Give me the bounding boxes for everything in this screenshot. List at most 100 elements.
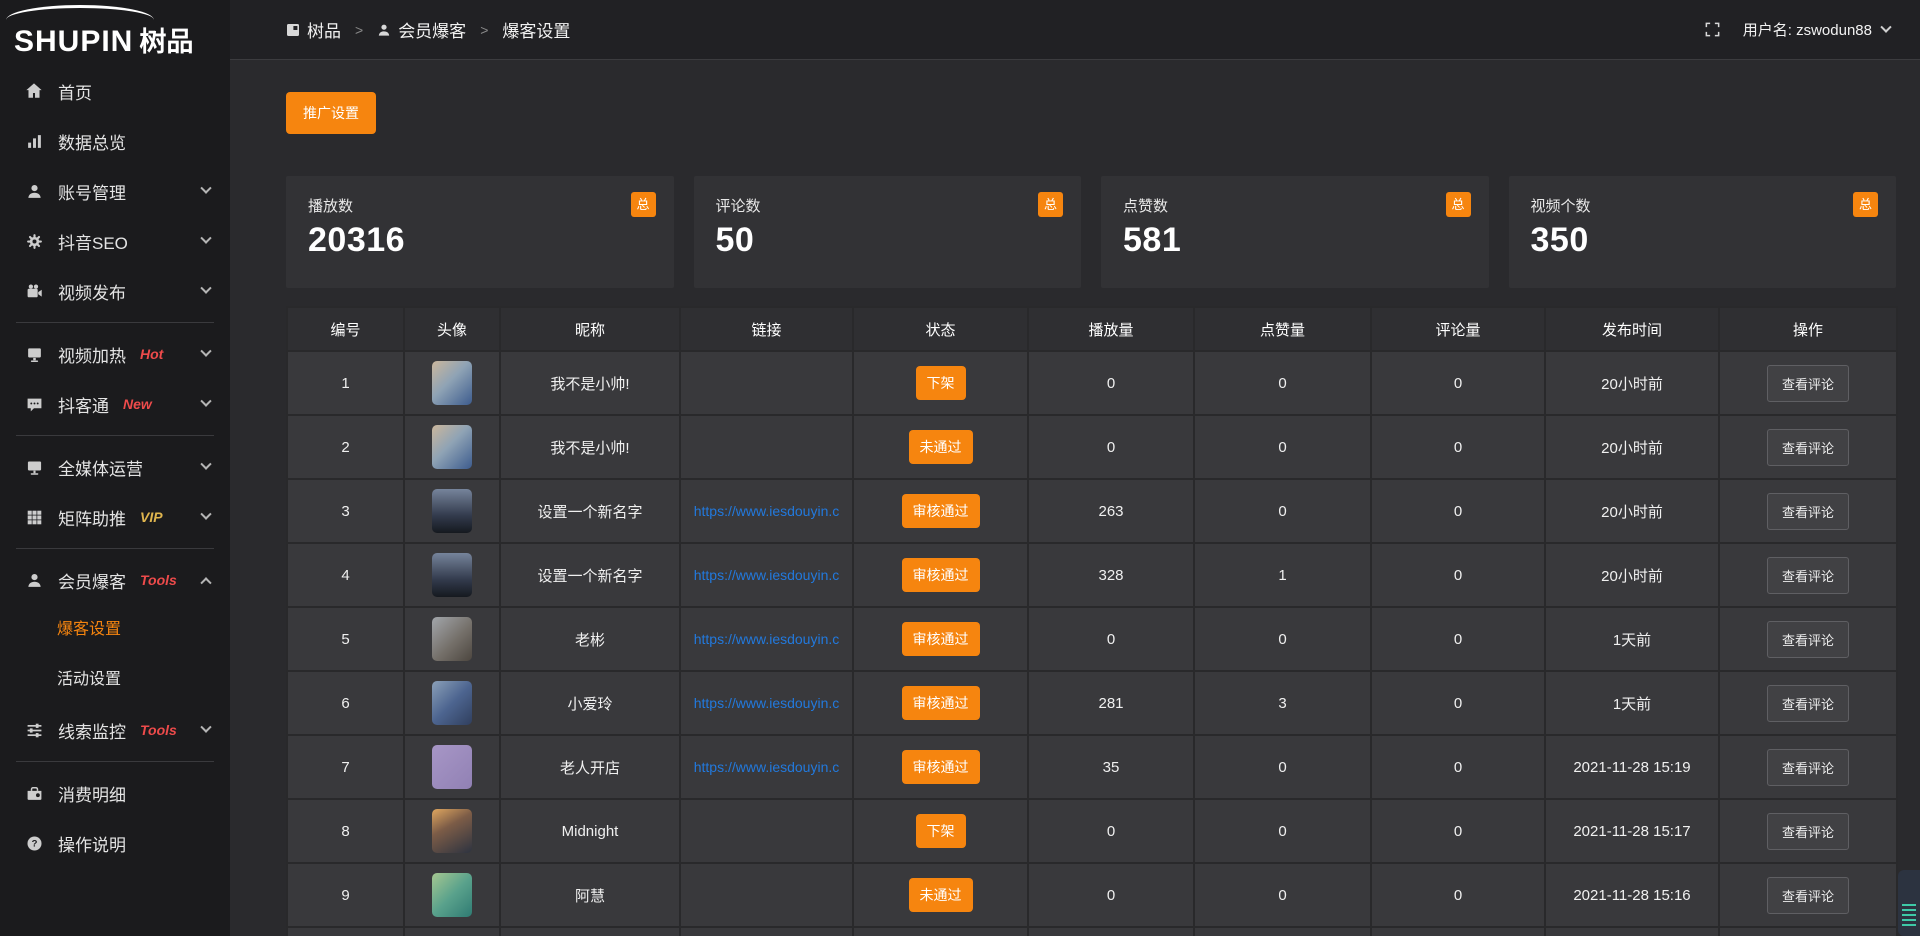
breadcrumb-item-member-baoke[interactable]: 会员爆客 (377, 17, 466, 42)
view-comments-button[interactable]: 查看评论 (1767, 557, 1849, 594)
video-table-wrap: 编号 头像 昵称 链接 状态 播放量 点赞量 评论量 发布时间 操作 1 我不是… (286, 306, 1896, 936)
sidebar-item-douyin-seo[interactable]: 抖音SEO (0, 216, 230, 266)
sidebar-item-label: 会员爆客 (58, 568, 126, 593)
view-comments-button[interactable]: 查看评论 (1767, 429, 1849, 466)
view-comments-button[interactable]: 查看评论 (1767, 365, 1849, 402)
total-badge: 总 (1853, 192, 1878, 217)
view-comments-button[interactable]: 查看评论 (1767, 493, 1849, 530)
view-comments-button[interactable]: 查看评论 (1767, 877, 1849, 914)
sidebar-item-member-baoke[interactable]: 会员爆客 Tools (0, 555, 230, 605)
status-badge: 下架 (916, 366, 966, 400)
total-badge: 总 (631, 192, 656, 217)
cell-avatar (404, 351, 500, 415)
table-row: 5 老彬 https://www.iesdouyin.c 审核通过 0 0 0 … (287, 607, 1897, 671)
sidebar-item-home[interactable]: 首页 (0, 66, 230, 116)
chevron-down-icon (200, 396, 211, 407)
cell-id: 9 (287, 863, 404, 927)
stat-label: 视频个数 (1531, 195, 1875, 216)
user-menu[interactable]: 用户名: zswodun88 (1743, 19, 1890, 40)
status-badge: 审核通过 (902, 622, 980, 656)
table-row: 4 设置一个新名字 https://www.iesdouyin.c 审核通过 3… (287, 543, 1897, 607)
cell-publish-time (1545, 927, 1719, 936)
video-link[interactable]: https://www.iesdouyin.c (694, 759, 840, 775)
cell-publish-time: 2021-11-28 15:19 (1545, 735, 1719, 799)
video-link[interactable]: https://www.iesdouyin.c (694, 695, 840, 711)
sidebar-item-account-mgmt[interactable]: 账号管理 (0, 166, 230, 216)
cell-plays: 281 (1028, 671, 1194, 735)
view-comments-button[interactable]: 查看评论 (1767, 621, 1849, 658)
avatar (432, 873, 472, 917)
sidebar-item-instructions[interactable]: ? 操作说明 (0, 818, 230, 868)
sidebar-subitem-baoke-settings[interactable]: 爆客设置 (0, 605, 230, 655)
cell-avatar (404, 927, 500, 936)
sidebar-subitem-activity-settings[interactable]: 活动设置 (0, 655, 230, 705)
sidebar: SHUPIN树品 首页 数据总览 账号管理 抖音SEO (0, 0, 230, 936)
video-link[interactable]: https://www.iesdouyin.c (694, 503, 840, 519)
cell-avatar (404, 863, 500, 927)
view-comments-button[interactable]: 查看评论 (1767, 749, 1849, 786)
cell-actions: 查看评论 (1719, 671, 1897, 735)
breadcrumb-item-shupin[interactable]: 树品 (286, 17, 341, 42)
col-nickname: 昵称 (500, 307, 680, 351)
cell-nickname: 设置一个新名字 (500, 543, 680, 607)
col-actions: 操作 (1719, 307, 1897, 351)
cell-likes: 0 (1194, 607, 1371, 671)
cell-publish-time: 1天前 (1545, 671, 1719, 735)
cell-status: 未通过 (853, 415, 1028, 479)
cell-id: 7 (287, 735, 404, 799)
tools-badge: Tools (140, 572, 177, 588)
sidebar-divider (16, 761, 214, 762)
sidebar-item-video-publish[interactable]: 视频发布 (0, 266, 230, 316)
fullscreen-icon[interactable] (1704, 21, 1721, 38)
cell-actions: 查看评论 (1719, 607, 1897, 671)
sidebar-item-label: 视频发布 (58, 279, 126, 304)
video-link[interactable]: https://www.iesdouyin.c (694, 631, 840, 647)
floating-widget[interactable] (1898, 870, 1920, 936)
col-status: 状态 (853, 307, 1028, 351)
video-link[interactable]: https://www.iesdouyin.c (694, 567, 840, 583)
cell-status: 下架 (853, 799, 1028, 863)
cell-status: 审核通过 (853, 479, 1028, 543)
promotion-settings-button[interactable]: 推广设置 (286, 92, 376, 134)
col-comments: 评论量 (1371, 307, 1545, 351)
cell-id (287, 927, 404, 936)
gear-icon (24, 233, 44, 250)
col-link: 链接 (680, 307, 853, 351)
breadcrumb: 树品 > 会员爆客 > 爆客设置 (286, 17, 570, 42)
sidebar-item-data-overview[interactable]: 数据总览 (0, 116, 230, 166)
sidebar-item-matrix-boost[interactable]: 矩阵助推 VIP (0, 492, 230, 542)
sidebar-item-video-heat[interactable]: 视频加热 Hot (0, 329, 230, 379)
view-comments-button[interactable]: 查看评论 (1767, 813, 1849, 850)
chevron-down-icon (200, 346, 211, 357)
cell-id: 8 (287, 799, 404, 863)
sidebar-item-label: 矩阵助推 (58, 505, 126, 530)
cell-link (680, 351, 853, 415)
cell-status: 审核通过 (853, 735, 1028, 799)
cell-likes: 0 (1194, 735, 1371, 799)
sidebar-item-label: 消费明细 (58, 781, 126, 806)
stat-value: 581 (1123, 221, 1467, 260)
sidebar-item-lead-monitor[interactable]: 线索监控 Tools (0, 705, 230, 755)
avatar (432, 617, 472, 661)
cell-plays: 0 (1028, 415, 1194, 479)
cell-comments: 0 (1371, 607, 1545, 671)
cell-actions (1719, 927, 1897, 936)
sidebar-item-spend-detail[interactable]: 消费明细 (0, 768, 230, 818)
cell-id: 2 (287, 415, 404, 479)
cell-link: https://www.iesdouyin.c (680, 543, 853, 607)
cell-plays: 35 (1028, 735, 1194, 799)
sidebar-item-omni-media[interactable]: 全媒体运营 (0, 442, 230, 492)
cell-nickname: 小爱玲 (500, 671, 680, 735)
cell-actions: 查看评论 (1719, 479, 1897, 543)
view-comments-button[interactable]: 查看评论 (1767, 685, 1849, 722)
stat-label: 点赞数 (1123, 195, 1467, 216)
brand-logo[interactable]: SHUPIN树品 (0, 0, 230, 60)
username-text: 用户名: zswodun88 (1743, 19, 1872, 40)
stat-cards: 播放数 20316 总 评论数 50 总 点赞数 581 总 视频个数 350 … (286, 176, 1896, 288)
cell-link: https://www.iesdouyin.c (680, 607, 853, 671)
cell-plays: 0 (1028, 799, 1194, 863)
table-row: 2 我不是小帅! 未通过 0 0 0 20小时前 查看评论 (287, 415, 1897, 479)
stat-card-plays: 播放数 20316 总 (286, 176, 674, 288)
sidebar-item-douketong[interactable]: 抖客通 New (0, 379, 230, 429)
topbar: 树品 > 会员爆客 > 爆客设置 用户名: zswodun88 (230, 0, 1920, 60)
